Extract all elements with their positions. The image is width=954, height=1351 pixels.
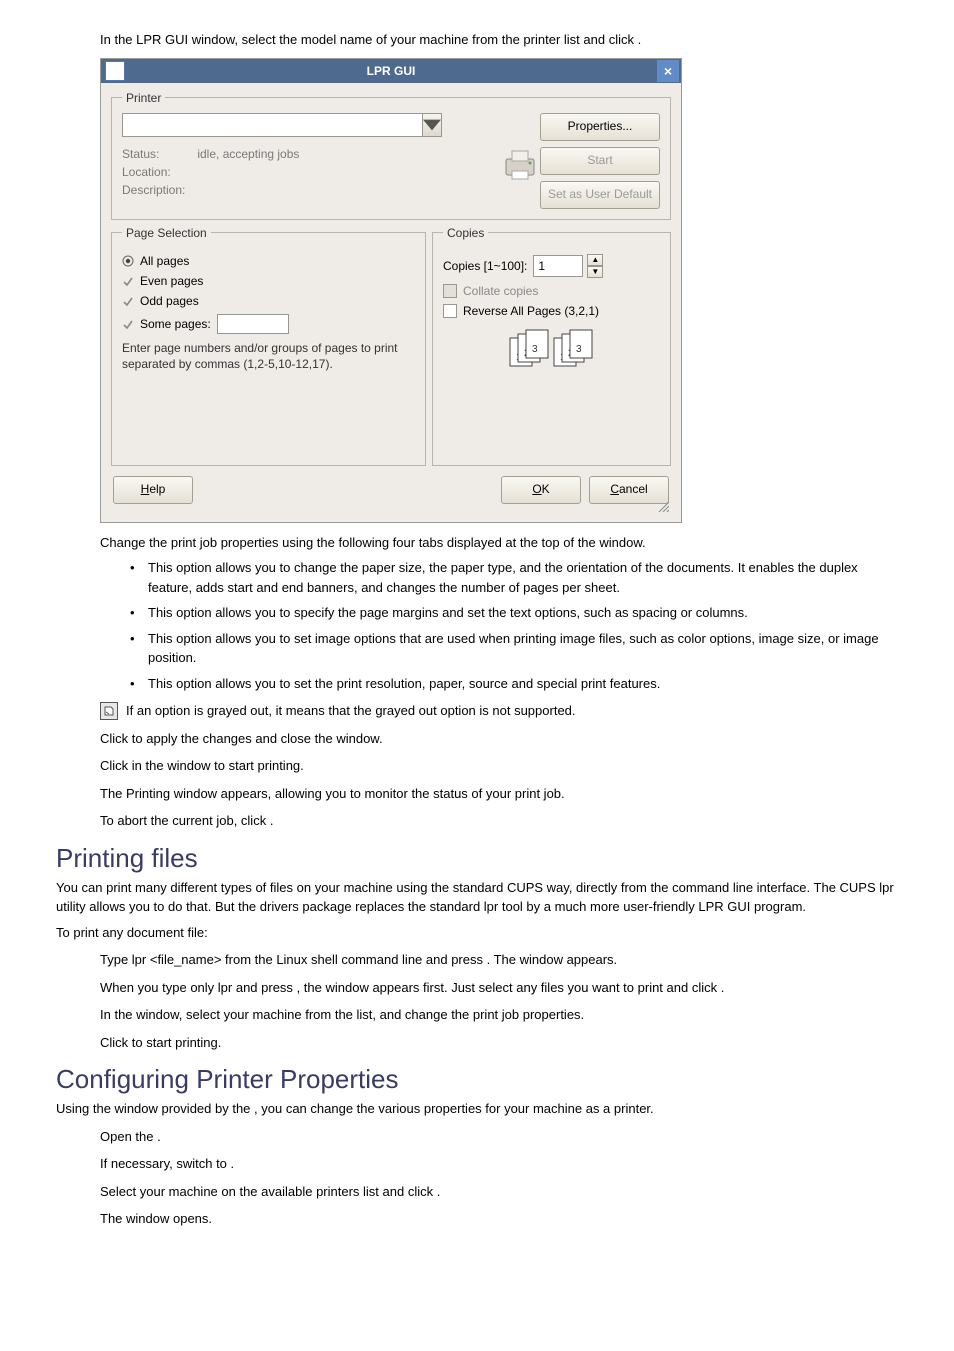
printing-files-heading: Printing files <box>56 843 898 874</box>
pf-step3: Click to start printing. <box>100 1033 898 1053</box>
lpr-window: LPR GUI × Printer Status: <box>100 58 682 523</box>
pf-step1: Type lpr <file_name> from the Linux shel… <box>100 950 898 970</box>
collate-label: Collate copies <box>463 284 538 298</box>
copies-diagram-icon: 1 2 3 1 2 3 <box>443 326 660 375</box>
printer-select[interactable] <box>122 113 442 137</box>
printer-icon <box>500 145 540 188</box>
radio-all-label: All pages <box>140 254 189 268</box>
some-pages-input[interactable] <box>217 314 289 334</box>
step3-text: In the LPR GUI window, select the model … <box>100 30 898 50</box>
chevron-down-icon[interactable] <box>422 114 441 136</box>
copies-label: Copies [1~100]: <box>443 259 527 273</box>
note-icon <box>100 702 118 720</box>
cp-step3: The window opens. <box>100 1209 898 1229</box>
step4-note: If an option is grayed out, it means tha… <box>100 701 898 721</box>
printer-legend: Printer <box>122 91 165 105</box>
help-button[interactable]: Help <box>113 476 193 504</box>
step4-item-text: This option allows you to specify the pa… <box>130 603 898 623</box>
step4-item-device: This option allows you to set the print … <box>130 674 898 694</box>
page-selection-legend: Page Selection <box>122 226 211 240</box>
printer-group: Printer Status: idle, accepting jobs <box>111 91 671 220</box>
set-default-button[interactable]: Set as User Default <box>540 181 660 209</box>
status-label: Status: <box>122 147 194 161</box>
description-label: Description: <box>122 183 185 197</box>
radio-even-pages[interactable]: Even pages <box>122 274 415 288</box>
radio-selected-icon <box>122 255 134 267</box>
pf-step2: In the window, select your machine from … <box>100 1005 898 1025</box>
radio-off-icon <box>122 295 134 307</box>
window-title: LPR GUI <box>125 64 657 78</box>
page-selection-group: Page Selection All pages Even pages <box>111 226 426 466</box>
properties-button[interactable]: Properties... <box>540 113 660 141</box>
location-label: Location: <box>122 165 194 179</box>
step4-list: This option allows you to change the pap… <box>130 558 898 693</box>
help-rest: elp <box>149 482 165 496</box>
svg-text:3: 3 <box>532 344 538 355</box>
radio-some-pages[interactable]: Some pages: <box>122 314 415 334</box>
status-value: idle, accepting jobs <box>197 147 299 161</box>
start-button[interactable]: Start <box>540 147 660 175</box>
checkbox-icon <box>443 304 457 318</box>
pf-step1b: When you type only lpr and press , the w… <box>100 978 898 998</box>
step6-text3: To abort the current job, click . <box>100 811 898 831</box>
radio-odd-label: Odd pages <box>140 294 199 308</box>
ok-button[interactable]: OK <box>501 476 581 504</box>
cp-step1: Open the . <box>100 1127 898 1147</box>
step4-lead: Change the print job properties using th… <box>100 533 898 553</box>
svg-text:3: 3 <box>576 344 582 355</box>
copies-input[interactable] <box>533 255 583 277</box>
close-icon[interactable]: × <box>657 60 679 82</box>
radio-off-icon <box>122 318 134 330</box>
radio-some-label: Some pages: <box>140 317 211 331</box>
radio-odd-pages[interactable]: Odd pages <box>122 294 415 308</box>
spin-down-icon[interactable]: ▼ <box>587 266 603 278</box>
copies-group: Copies Copies [1~100]: ▲ ▼ <box>432 226 671 466</box>
step4-note-text: If an option is grayed out, it means tha… <box>126 701 576 721</box>
config-props-intro: Using the window provided by the , you c… <box>56 1099 898 1119</box>
step4-item-graphics: This option allows you to set image opti… <box>130 629 898 668</box>
radio-even-label: Even pages <box>140 274 203 288</box>
ok-rest: K <box>542 482 550 496</box>
app-icon <box>105 61 125 81</box>
spin-up-icon[interactable]: ▲ <box>587 254 603 266</box>
cp-step1b: If necessary, switch to . <box>100 1154 898 1174</box>
step5-text: Click to apply the changes and close the… <box>100 729 898 749</box>
cp-step2: Select your machine on the available pri… <box>100 1182 898 1202</box>
reverse-checkbox[interactable]: Reverse All Pages (3,2,1) <box>443 304 660 318</box>
step4-item-general: This option allows you to change the pap… <box>130 558 898 597</box>
printing-files-intro2: To print any document file: <box>56 923 898 943</box>
window-titlebar: LPR GUI × <box>101 59 681 83</box>
step6-text2: The Printing window appears, allowing yo… <box>100 784 898 804</box>
lpr-window-figure: LPR GUI × Printer Status: <box>100 58 898 523</box>
collate-checkbox[interactable]: Collate copies <box>443 284 660 298</box>
config-props-heading: Configuring Printer Properties <box>56 1064 898 1095</box>
step6-text: Click in the window to start printing. <box>100 756 898 776</box>
checkbox-icon <box>443 284 457 298</box>
step3-b: . <box>638 32 642 47</box>
step3-a: In the LPR GUI window, select the model … <box>100 32 638 47</box>
reverse-label: Reverse All Pages (3,2,1) <box>463 304 599 318</box>
radio-off-icon <box>122 275 134 287</box>
cancel-rest: ancel <box>619 482 648 496</box>
printing-files-intro: You can print many different types of fi… <box>56 878 898 917</box>
page-selection-hint: Enter page numbers and/or groups of page… <box>122 340 415 374</box>
radio-all-pages[interactable]: All pages <box>122 254 415 268</box>
copies-legend: Copies <box>443 226 488 240</box>
